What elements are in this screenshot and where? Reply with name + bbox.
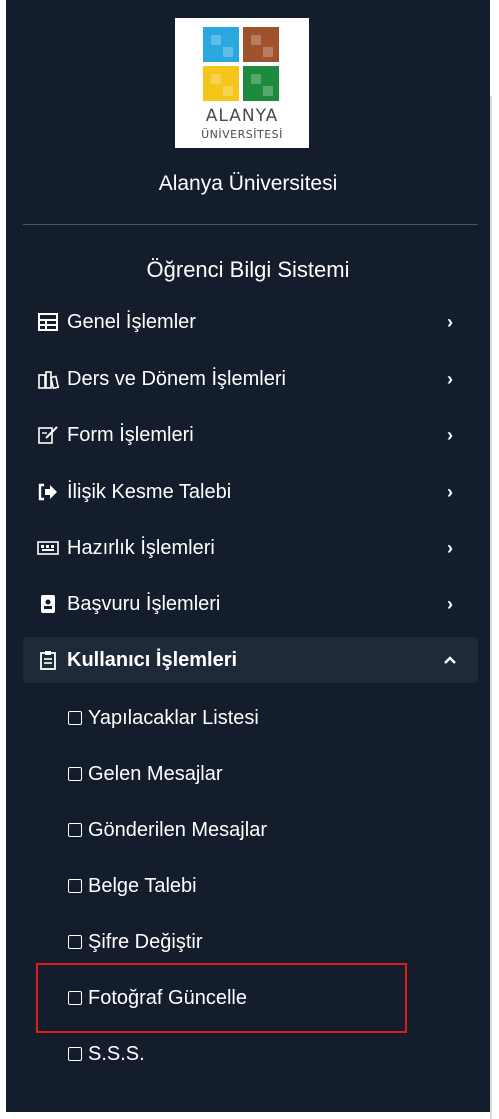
submenu-item-belge-talebi[interactable]: Belge Talebi [68,866,428,906]
divider [23,224,478,225]
menu-item-genel-islemler[interactable]: Genel İşlemler › [23,299,478,345]
logo-text-universitesi: ÜNİVERSİTESİ [201,128,283,141]
menu-label: Hazırlık İşlemleri [67,536,215,559]
id-badge-icon [37,593,59,615]
submenu-item-sifre-degistir[interactable]: Şifre Değiştir [68,922,428,962]
menu-label: İlişik Kesme Talebi [67,480,232,503]
edit-form-icon [37,424,59,446]
menu-item-ilisik-kesme[interactable]: İlişik Kesme Talebi › [23,469,478,515]
submenu-label: Şifre Değiştir [88,930,203,953]
books-icon [37,368,59,390]
menu-item-basvuru[interactable]: Başvuru İşlemleri › [23,581,478,627]
submenu-item-sss[interactable]: S.S.S. [68,1034,428,1074]
submenu-item-gonderilen-mesajlar[interactable]: Gönderilen Mesajlar [68,810,428,850]
square-icon [68,935,82,949]
chevron-right-icon: › [447,424,453,445]
submenu-item-gelen-mesajlar[interactable]: Gelen Mesajlar [68,754,428,794]
chevron-right-icon: › [447,537,453,558]
chevron-right-icon: › [447,593,453,614]
chevron-up-icon [444,654,456,666]
chevron-right-icon: › [447,311,453,332]
square-icon [68,823,82,837]
menu-item-hazirlik[interactable]: Hazırlık İşlemleri › [23,525,478,571]
clipboard-icon [37,649,59,671]
sign-out-icon [37,481,59,503]
menu-label: Genel İşlemler [67,310,196,333]
menu-label: Ders ve Dönem İşlemleri [67,367,286,390]
grid-icon [37,311,59,333]
keyboard-icon [37,537,59,559]
menu-label: Kullanıcı İşlemleri [67,648,238,671]
university-name: Alanya Üniversitesi [158,172,338,195]
content-border [490,96,492,1119]
square-icon [68,879,82,893]
sidebar: ALANYA ÜNİVERSİTESİ Alanya Üniversitesi … [6,0,490,1112]
chevron-right-icon: › [447,368,453,389]
submenu-item-yapilacaklar[interactable]: Yapılacaklar Listesi [68,698,428,738]
submenu-label: Belge Talebi [88,874,197,897]
menu-label: Form İşlemleri [67,423,194,446]
menu-item-ders-donem[interactable]: Ders ve Dönem İşlemleri › [23,356,478,402]
submenu-label: Gelen Mesajlar [88,762,223,785]
highlight-box [36,963,407,1033]
menu-label: Başvuru İşlemleri [67,592,221,615]
submenu-label: S.S.S. [88,1042,145,1065]
logo-text-alanya: ALANYA [205,106,279,126]
square-icon [68,711,82,725]
university-logo[interactable]: ALANYA ÜNİVERSİTESİ [175,18,309,148]
system-name: Öğrenci Bilgi Sistemi [146,257,350,282]
square-icon [68,767,82,781]
submenu-label: Gönderilen Mesajlar [88,818,267,841]
menu-item-form-islemleri[interactable]: Form İşlemleri › [23,412,478,458]
logo-mark [203,27,281,103]
square-icon [68,1047,82,1061]
chevron-right-icon: › [447,481,453,502]
menu-item-kullanici-islemleri[interactable]: Kullanıcı İşlemleri [23,637,478,683]
submenu-label: Yapılacaklar Listesi [88,706,259,729]
